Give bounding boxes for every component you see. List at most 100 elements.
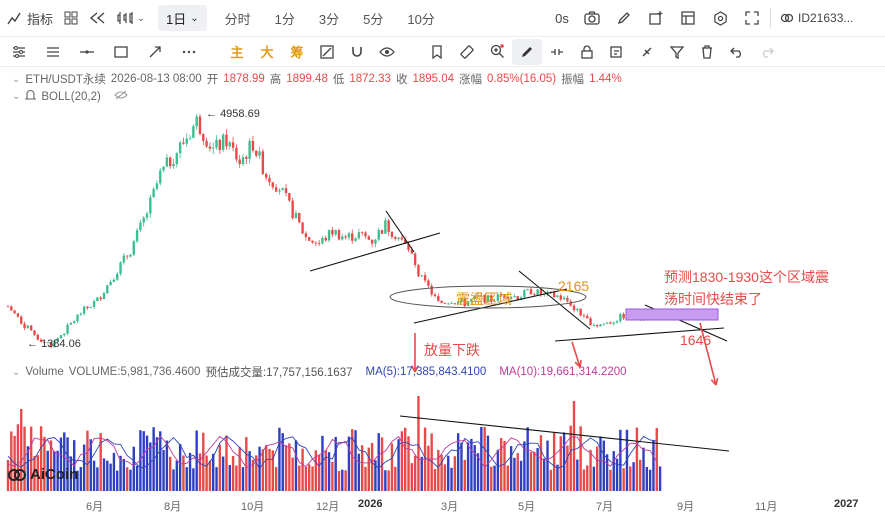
candle-body: [261, 151, 265, 175]
edit-note-icon[interactable]: [602, 39, 632, 65]
candle-body: [304, 233, 308, 238]
period-tab-1min[interactable]: 1分: [265, 5, 305, 31]
period-tab-5min[interactable]: 5分: [353, 5, 393, 31]
volume-bar: [82, 444, 86, 491]
template-icon[interactable]: [676, 5, 700, 31]
volume-bar: [450, 467, 453, 491]
candle-body: [337, 230, 341, 240]
aicoin-logo: AiCoin: [8, 466, 78, 483]
volume-bar: [281, 433, 284, 491]
grid-layout-icon[interactable]: [58, 5, 84, 31]
low-price-marker: ← 1384.06: [27, 338, 81, 350]
big-order-button[interactable]: 大: [252, 39, 282, 65]
bookmark-icon[interactable]: [422, 39, 452, 65]
rewind-icon[interactable]: [84, 5, 110, 31]
volume-bar: [159, 431, 162, 491]
high-price-marker: ← 4958.69: [206, 108, 260, 120]
volume-bar: [483, 427, 486, 491]
magnet-snap-icon[interactable]: [632, 39, 662, 65]
candle-body: [437, 296, 440, 302]
zoom-in-icon[interactable]: [482, 39, 512, 65]
candle-body: [281, 188, 284, 191]
forecast-box: [625, 308, 719, 321]
sliders-icon[interactable]: [4, 39, 34, 65]
volume-bar: [496, 449, 500, 491]
lock-icon[interactable]: [572, 39, 602, 65]
candle-body: [420, 275, 423, 277]
fullscreen-icon[interactable]: [740, 5, 764, 31]
candle-body: [440, 301, 443, 303]
volume-bar: [304, 466, 308, 491]
volume-bar: [572, 401, 576, 491]
trash-icon[interactable]: [692, 39, 722, 65]
volume-bar: [519, 460, 523, 491]
period-tab-10min[interactable]: 10分: [397, 5, 444, 31]
candle-body: [195, 116, 198, 127]
undo-icon[interactable]: [722, 39, 752, 65]
eye-icon[interactable]: [372, 39, 402, 65]
ruler-icon[interactable]: [452, 39, 482, 65]
candle-body: [321, 237, 324, 244]
period-tab-timeshare[interactable]: 分时: [215, 5, 261, 31]
volume-bar: [586, 465, 589, 491]
volume-bar: [188, 452, 192, 491]
volume-bar: [268, 448, 271, 491]
account-id-button[interactable]: ID21633...: [780, 5, 853, 31]
candle-body: [589, 318, 592, 326]
volume-bar: [238, 447, 241, 491]
period-selector[interactable]: 1日 ⌄: [158, 5, 207, 31]
magnet-icon[interactable]: [342, 39, 372, 65]
aicoin-logo-icon: [8, 468, 26, 481]
chevron-down-icon[interactable]: ⌄: [12, 367, 20, 378]
indicator-button[interactable]: 指标: [0, 5, 58, 31]
candle-body: [106, 285, 109, 294]
add-window-icon[interactable]: [644, 5, 668, 31]
volume-bar: [427, 445, 430, 491]
xaxis-label: 2027: [834, 498, 859, 510]
volume-bar: [99, 433, 102, 491]
brush-icon[interactable]: [512, 38, 542, 65]
period-tab-3min[interactable]: 3分: [309, 5, 349, 31]
candle-body: [155, 183, 159, 189]
menu-icon[interactable]: [38, 39, 68, 65]
settings-icon[interactable]: [708, 5, 732, 31]
rectangle-icon[interactable]: [106, 39, 136, 65]
volume-bar: [284, 445, 288, 491]
arrow-line-icon[interactable]: [140, 39, 170, 65]
volume-bar: [605, 454, 609, 491]
volume-bar: [562, 432, 566, 491]
link-chain-icon[interactable]: [542, 39, 572, 65]
volume-bar: [331, 461, 334, 491]
forecast-annotation-line1: 预测1830-1930这个区域震: [664, 269, 829, 285]
candle-body: [145, 213, 149, 218]
volume-bar: [543, 458, 546, 491]
candle-body: [129, 254, 132, 257]
candle-body: [619, 314, 622, 322]
chip-button[interactable]: 筹: [282, 39, 312, 65]
candle-body: [288, 192, 291, 201]
volume-bar: [185, 467, 188, 491]
candle-body: [245, 157, 248, 159]
volume-bar: [264, 445, 268, 491]
volume-bar: [291, 457, 294, 491]
volume-bar: [86, 430, 89, 491]
indicator-icon: [5, 9, 23, 27]
pen-icon[interactable]: [612, 5, 636, 31]
xaxis-label: 8月: [164, 501, 182, 513]
camera-icon[interactable]: [580, 5, 604, 31]
candle-body: [231, 142, 235, 148]
volume-bar: [499, 438, 503, 491]
more-icon[interactable]: [174, 39, 204, 65]
chart-type-dropdown[interactable]: ⌄: [110, 5, 152, 31]
candle-body: [576, 308, 579, 311]
xaxis-label: 3月: [441, 501, 459, 513]
main-force-button[interactable]: 主: [222, 39, 252, 65]
candle-body: [225, 134, 228, 147]
filter-icon[interactable]: [662, 39, 692, 65]
candle-body: [417, 264, 420, 277]
volume-bar: [221, 456, 225, 491]
compare-icon[interactable]: [312, 39, 342, 65]
volume-bar: [261, 449, 265, 491]
redo-icon[interactable]: [752, 39, 782, 65]
horizontal-line-icon[interactable]: [72, 39, 102, 65]
